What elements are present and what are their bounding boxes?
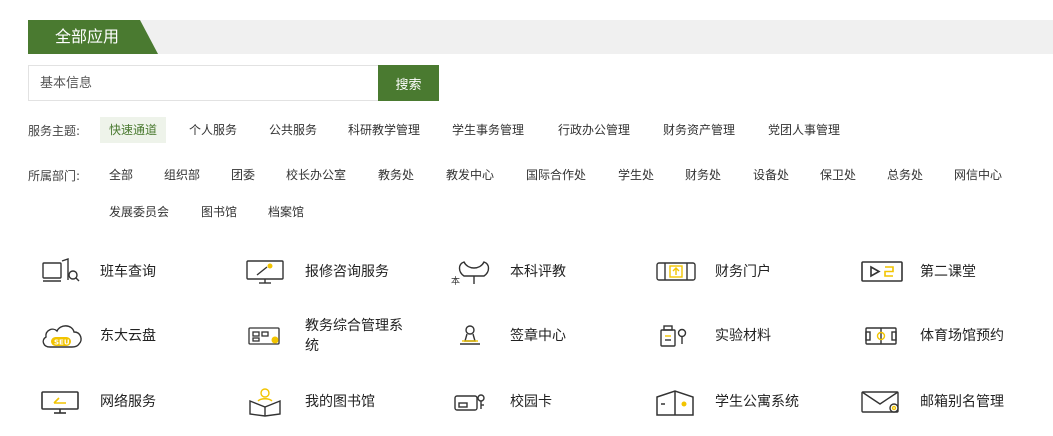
department-chip-15[interactable]: 档案馆 xyxy=(259,199,313,225)
app-name: 体育场馆预约 xyxy=(920,328,1004,344)
app-name: 报修咨询服务 xyxy=(305,264,389,280)
search-button[interactable]: 搜索 xyxy=(378,65,439,101)
department-chip-14[interactable]: 图书馆 xyxy=(192,199,246,225)
app-seu-cloud[interactable]: SEU 东大云盘 xyxy=(40,314,156,358)
department-chip-13[interactable]: 发展委员会 xyxy=(100,199,178,225)
app-name: 我的图书馆 xyxy=(305,394,375,410)
app-signature-center[interactable]: 签章中心 xyxy=(450,314,566,358)
app-academic-system[interactable]: 教务综合管理系统 xyxy=(245,314,410,358)
app-stadium-booking[interactable]: 体育场馆预约 xyxy=(860,314,1004,358)
department-chip-11[interactable]: 总务处 xyxy=(878,162,932,188)
app-name: 校园卡 xyxy=(510,394,552,410)
app-finance-portal[interactable]: 财务门户 xyxy=(655,250,771,294)
department-chip-10[interactable]: 保卫处 xyxy=(811,162,865,188)
app-name: 学生公寓系统 xyxy=(715,394,799,410)
app-name: 签章中心 xyxy=(510,328,566,344)
department-chip-4[interactable]: 教务处 xyxy=(369,162,423,188)
app-name: 东大云盘 xyxy=(100,328,156,344)
department-chip-0[interactable]: 全部 xyxy=(100,162,142,188)
search-input[interactable] xyxy=(28,65,378,101)
department-filter: 所属部门: 全部 组织部 团委 校长办公室 教务处 教发中心 国际合作处 学生处… xyxy=(28,162,1038,226)
app-my-library[interactable]: 我的图书馆 xyxy=(245,380,375,424)
department-chip-1[interactable]: 组织部 xyxy=(155,162,209,188)
app-shuttle-bus[interactable]: 班车查询 xyxy=(40,250,156,294)
department-chip-6[interactable]: 国际合作处 xyxy=(517,162,595,188)
department-chip-3[interactable]: 校长办公室 xyxy=(277,162,355,188)
theme-chip-6[interactable]: 财务资产管理 xyxy=(654,117,744,143)
network-monitor-icon xyxy=(40,387,90,417)
seu-cloud-icon: SEU xyxy=(40,321,90,351)
theme-filter-label: 服务主题: xyxy=(28,124,81,138)
theme-chip-5[interactable]: 行政办公管理 xyxy=(549,117,639,143)
department-filter-label: 所属部门: xyxy=(28,169,81,183)
academic-system-icon xyxy=(245,321,295,351)
theme-chip-3[interactable]: 科研教学管理 xyxy=(339,117,429,143)
app-name: 本科评教 xyxy=(510,264,566,280)
app-name: 实验材料 xyxy=(715,328,771,344)
section-header-bar xyxy=(28,20,1053,54)
app-name: 第二课堂 xyxy=(920,264,976,280)
app-name: 财务门户 xyxy=(715,264,771,280)
app-mail-alias[interactable]: 邮箱别名管理 xyxy=(860,380,1004,424)
department-chip-7[interactable]: 学生处 xyxy=(609,162,663,188)
dormitory-icon xyxy=(655,387,705,417)
department-chip-9[interactable]: 设备处 xyxy=(744,162,798,188)
finance-book-icon xyxy=(655,257,705,287)
app-name: 班车查询 xyxy=(100,264,156,280)
mail-settings-icon xyxy=(860,387,910,417)
lab-material-icon xyxy=(655,321,705,351)
flower-evaluation-icon: 本 xyxy=(450,257,500,287)
app-dormitory[interactable]: 学生公寓系统 xyxy=(655,380,799,424)
department-chip-8[interactable]: 财务处 xyxy=(676,162,730,188)
app-network-service[interactable]: 网络服务 xyxy=(40,380,156,424)
app-undergrad-evaluation[interactable]: 本 本科评教 xyxy=(450,250,566,294)
svg-text:本: 本 xyxy=(451,275,460,286)
app-name: 网络服务 xyxy=(100,394,156,410)
shuttle-bus-icon xyxy=(40,257,90,287)
stadium-booking-icon xyxy=(860,321,910,351)
campus-card-icon xyxy=(450,387,500,417)
signature-stamp-icon xyxy=(450,321,500,351)
app-name: 邮箱别名管理 xyxy=(920,394,1004,410)
department-chip-2[interactable]: 团委 xyxy=(222,162,264,188)
play-classroom-icon xyxy=(860,257,910,287)
library-person-icon xyxy=(245,387,295,417)
svg-text:SEU: SEU xyxy=(54,339,70,347)
app-repair-service[interactable]: 报修咨询服务 xyxy=(245,250,389,294)
theme-filter-row: 服务主题: 快速通道 个人服务 公共服务 科研教学管理 学生事务管理 行政办公管… xyxy=(28,117,1028,143)
app-name: 教务综合管理系统 xyxy=(305,318,403,354)
theme-chip-0[interactable]: 快速通道 xyxy=(100,117,167,143)
theme-chip-2[interactable]: 公共服务 xyxy=(260,117,326,143)
section-title-tab: 全部应用 xyxy=(28,20,158,54)
department-chip-5[interactable]: 教发中心 xyxy=(437,162,503,188)
section-title: 全部应用 xyxy=(55,27,120,46)
theme-chip-1[interactable]: 个人服务 xyxy=(180,117,246,143)
app-lab-material[interactable]: 实验材料 xyxy=(655,314,771,358)
app-second-classroom[interactable]: 第二课堂 xyxy=(860,250,976,294)
repair-monitor-icon xyxy=(245,257,295,287)
theme-chip-4[interactable]: 学生事务管理 xyxy=(443,117,533,143)
theme-chip-7[interactable]: 党团人事管理 xyxy=(759,117,849,143)
department-chip-12[interactable]: 网信中心 xyxy=(945,162,1011,188)
app-campus-card[interactable]: 校园卡 xyxy=(450,380,552,424)
